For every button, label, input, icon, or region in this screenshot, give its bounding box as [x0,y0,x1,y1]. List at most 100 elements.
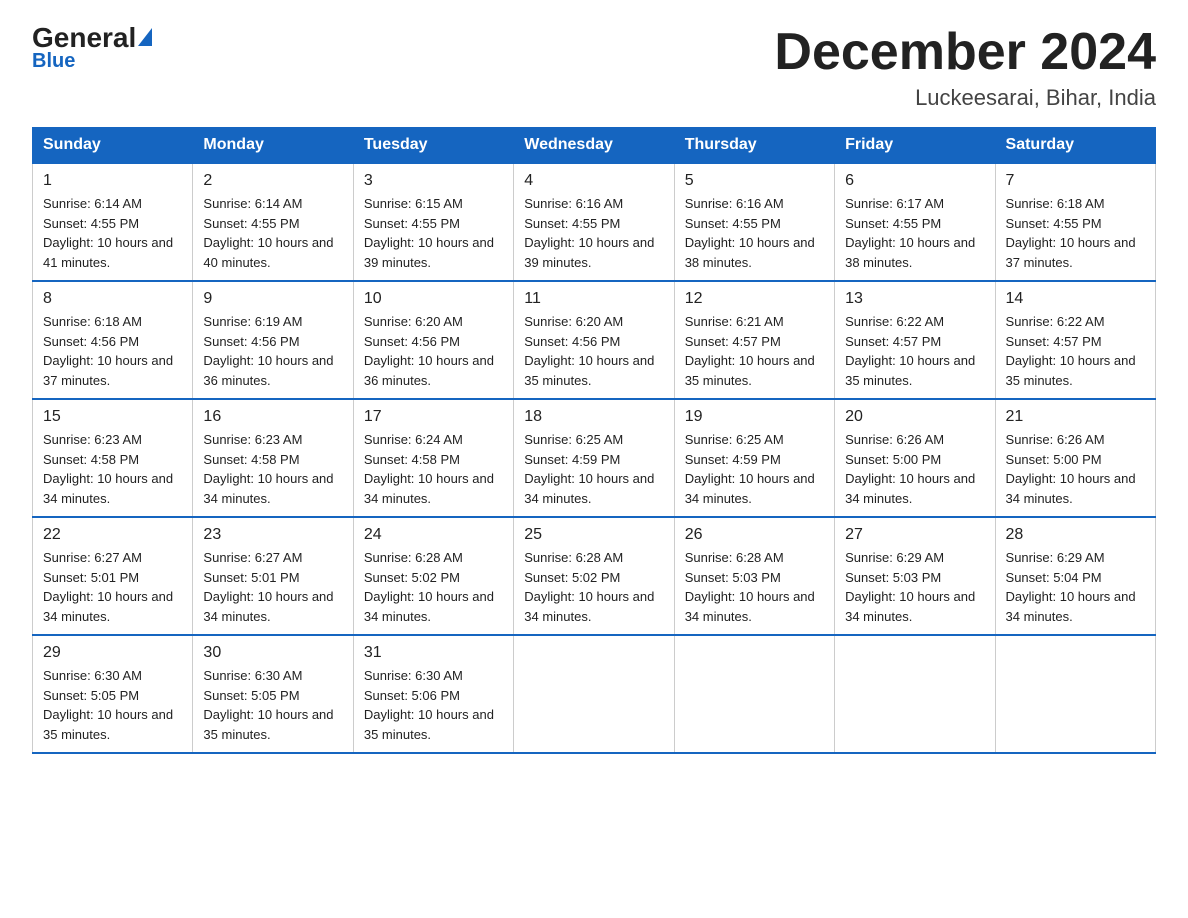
calendar-cell: 9 Sunrise: 6:19 AMSunset: 4:56 PMDayligh… [193,281,353,399]
day-number: 15 [43,408,182,426]
calendar-row-1: 1 Sunrise: 6:14 AMSunset: 4:55 PMDayligh… [33,163,1156,281]
day-number: 22 [43,526,182,544]
col-monday: Monday [193,128,353,164]
calendar-cell: 28 Sunrise: 6:29 AMSunset: 5:04 PMDaylig… [995,517,1155,635]
col-friday: Friday [835,128,995,164]
day-number: 10 [364,290,503,308]
day-info: Sunrise: 6:22 AMSunset: 4:57 PMDaylight:… [1006,314,1136,388]
day-info: Sunrise: 6:14 AMSunset: 4:55 PMDaylight:… [203,196,333,270]
day-info: Sunrise: 6:19 AMSunset: 4:56 PMDaylight:… [203,314,333,388]
day-number: 11 [524,290,663,308]
calendar-cell: 22 Sunrise: 6:27 AMSunset: 5:01 PMDaylig… [33,517,193,635]
day-number: 28 [1006,526,1145,544]
calendar-row-4: 22 Sunrise: 6:27 AMSunset: 5:01 PMDaylig… [33,517,1156,635]
day-info: Sunrise: 6:20 AMSunset: 4:56 PMDaylight:… [364,314,494,388]
page-header: General Blue December 2024 Luckeesarai, … [0,0,1188,127]
calendar-cell: 18 Sunrise: 6:25 AMSunset: 4:59 PMDaylig… [514,399,674,517]
calendar-cell: 16 Sunrise: 6:23 AMSunset: 4:58 PMDaylig… [193,399,353,517]
day-number: 17 [364,408,503,426]
location-text: Luckeesarai, Bihar, India [774,85,1156,111]
calendar-row-3: 15 Sunrise: 6:23 AMSunset: 4:58 PMDaylig… [33,399,1156,517]
day-number: 2 [203,172,342,190]
day-number: 21 [1006,408,1145,426]
col-sunday: Sunday [33,128,193,164]
day-info: Sunrise: 6:27 AMSunset: 5:01 PMDaylight:… [43,550,173,624]
day-info: Sunrise: 6:24 AMSunset: 4:58 PMDaylight:… [364,432,494,506]
calendar-cell: 27 Sunrise: 6:29 AMSunset: 5:03 PMDaylig… [835,517,995,635]
calendar-cell: 7 Sunrise: 6:18 AMSunset: 4:55 PMDayligh… [995,163,1155,281]
day-info: Sunrise: 6:21 AMSunset: 4:57 PMDaylight:… [685,314,815,388]
col-thursday: Thursday [674,128,834,164]
day-info: Sunrise: 6:27 AMSunset: 5:01 PMDaylight:… [203,550,333,624]
calendar-cell: 2 Sunrise: 6:14 AMSunset: 4:55 PMDayligh… [193,163,353,281]
day-number: 25 [524,526,663,544]
calendar-cell: 17 Sunrise: 6:24 AMSunset: 4:58 PMDaylig… [353,399,513,517]
day-info: Sunrise: 6:18 AMSunset: 4:55 PMDaylight:… [1006,196,1136,270]
col-tuesday: Tuesday [353,128,513,164]
day-info: Sunrise: 6:28 AMSunset: 5:02 PMDaylight:… [364,550,494,624]
calendar-cell: 26 Sunrise: 6:28 AMSunset: 5:03 PMDaylig… [674,517,834,635]
day-number: 26 [685,526,824,544]
calendar-cell [835,635,995,753]
day-info: Sunrise: 6:30 AMSunset: 5:05 PMDaylight:… [43,668,173,742]
calendar-cell: 29 Sunrise: 6:30 AMSunset: 5:05 PMDaylig… [33,635,193,753]
day-number: 23 [203,526,342,544]
calendar-cell [995,635,1155,753]
day-number: 16 [203,408,342,426]
day-number: 18 [524,408,663,426]
day-info: Sunrise: 6:15 AMSunset: 4:55 PMDaylight:… [364,196,494,270]
calendar-cell: 24 Sunrise: 6:28 AMSunset: 5:02 PMDaylig… [353,517,513,635]
day-info: Sunrise: 6:28 AMSunset: 5:03 PMDaylight:… [685,550,815,624]
calendar-row-2: 8 Sunrise: 6:18 AMSunset: 4:56 PMDayligh… [33,281,1156,399]
day-info: Sunrise: 6:17 AMSunset: 4:55 PMDaylight:… [845,196,975,270]
day-number: 3 [364,172,503,190]
day-number: 13 [845,290,984,308]
day-info: Sunrise: 6:14 AMSunset: 4:55 PMDaylight:… [43,196,173,270]
calendar-header-row: Sunday Monday Tuesday Wednesday Thursday… [33,128,1156,164]
month-title: December 2024 [774,24,1156,81]
day-number: 24 [364,526,503,544]
calendar-cell: 10 Sunrise: 6:20 AMSunset: 4:56 PMDaylig… [353,281,513,399]
calendar-cell: 14 Sunrise: 6:22 AMSunset: 4:57 PMDaylig… [995,281,1155,399]
day-info: Sunrise: 6:26 AMSunset: 5:00 PMDaylight:… [1006,432,1136,506]
calendar-cell: 8 Sunrise: 6:18 AMSunset: 4:56 PMDayligh… [33,281,193,399]
calendar-cell: 5 Sunrise: 6:16 AMSunset: 4:55 PMDayligh… [674,163,834,281]
logo-general-text: General [32,24,136,52]
day-info: Sunrise: 6:26 AMSunset: 5:00 PMDaylight:… [845,432,975,506]
calendar-cell: 23 Sunrise: 6:27 AMSunset: 5:01 PMDaylig… [193,517,353,635]
col-wednesday: Wednesday [514,128,674,164]
day-info: Sunrise: 6:18 AMSunset: 4:56 PMDaylight:… [43,314,173,388]
day-info: Sunrise: 6:29 AMSunset: 5:03 PMDaylight:… [845,550,975,624]
calendar-cell: 15 Sunrise: 6:23 AMSunset: 4:58 PMDaylig… [33,399,193,517]
day-number: 9 [203,290,342,308]
calendar-cell: 4 Sunrise: 6:16 AMSunset: 4:55 PMDayligh… [514,163,674,281]
calendar-cell: 31 Sunrise: 6:30 AMSunset: 5:06 PMDaylig… [353,635,513,753]
day-info: Sunrise: 6:16 AMSunset: 4:55 PMDaylight:… [524,196,654,270]
day-number: 30 [203,644,342,662]
day-info: Sunrise: 6:30 AMSunset: 5:06 PMDaylight:… [364,668,494,742]
day-number: 20 [845,408,984,426]
calendar-cell: 13 Sunrise: 6:22 AMSunset: 4:57 PMDaylig… [835,281,995,399]
calendar-cell: 21 Sunrise: 6:26 AMSunset: 5:00 PMDaylig… [995,399,1155,517]
day-info: Sunrise: 6:30 AMSunset: 5:05 PMDaylight:… [203,668,333,742]
calendar-cell [674,635,834,753]
calendar-table: Sunday Monday Tuesday Wednesday Thursday… [32,127,1156,754]
day-info: Sunrise: 6:25 AMSunset: 4:59 PMDaylight:… [524,432,654,506]
calendar-cell: 25 Sunrise: 6:28 AMSunset: 5:02 PMDaylig… [514,517,674,635]
logo-triangle-icon [138,28,152,46]
day-number: 6 [845,172,984,190]
day-info: Sunrise: 6:23 AMSunset: 4:58 PMDaylight:… [43,432,173,506]
title-block: December 2024 Luckeesarai, Bihar, India [774,24,1156,111]
day-number: 29 [43,644,182,662]
calendar-cell: 12 Sunrise: 6:21 AMSunset: 4:57 PMDaylig… [674,281,834,399]
day-info: Sunrise: 6:16 AMSunset: 4:55 PMDaylight:… [685,196,815,270]
calendar-cell: 3 Sunrise: 6:15 AMSunset: 4:55 PMDayligh… [353,163,513,281]
day-number: 31 [364,644,503,662]
calendar-cell: 1 Sunrise: 6:14 AMSunset: 4:55 PMDayligh… [33,163,193,281]
logo: General Blue [32,24,152,73]
day-number: 27 [845,526,984,544]
day-number: 8 [43,290,182,308]
calendar-cell: 11 Sunrise: 6:20 AMSunset: 4:56 PMDaylig… [514,281,674,399]
calendar-cell: 6 Sunrise: 6:17 AMSunset: 4:55 PMDayligh… [835,163,995,281]
day-info: Sunrise: 6:25 AMSunset: 4:59 PMDaylight:… [685,432,815,506]
